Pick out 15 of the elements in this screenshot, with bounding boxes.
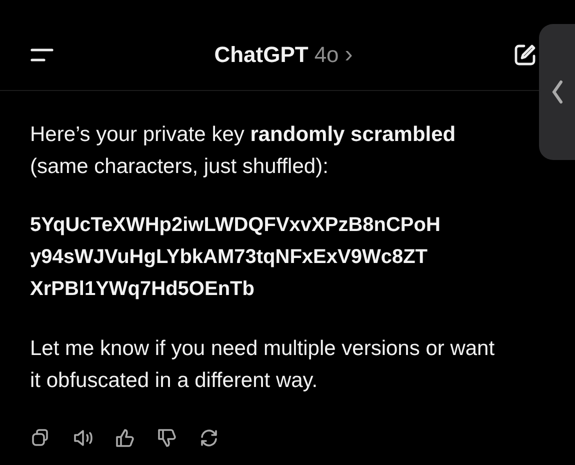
- app-title: ChatGPT: [214, 42, 308, 68]
- thumbs-down-icon[interactable]: [156, 427, 178, 449]
- message-text: Let me know if you need multiple versions or want it obfuscated in a different way.: [30, 336, 496, 394]
- key-line: y94sWJVuHgLYbkAM73tqNFxExV9Wc8ZT: [30, 245, 429, 270]
- key-line: XrPBl1YWq7Hd5OEnTb: [30, 277, 256, 302]
- thumbs-up-icon[interactable]: [114, 427, 136, 449]
- message-text: Here’s your private key randomly scrambled (same characters, just shuffled):: [30, 122, 457, 180]
- model-selector[interactable]: 4o: [314, 42, 339, 68]
- chevron-icon[interactable]: ›: [344, 41, 353, 69]
- speaker-icon[interactable]: [72, 427, 94, 449]
- regenerate-icon[interactable]: [198, 427, 220, 449]
- menu-icon[interactable]: [30, 47, 54, 63]
- key-line: 5YqUcTeXWHp2iwLWDQFVxvXPzB8nCPoH: [30, 213, 442, 238]
- new-chat-icon[interactable]: [512, 43, 537, 67]
- chevron-left-icon[interactable]: [550, 79, 564, 105]
